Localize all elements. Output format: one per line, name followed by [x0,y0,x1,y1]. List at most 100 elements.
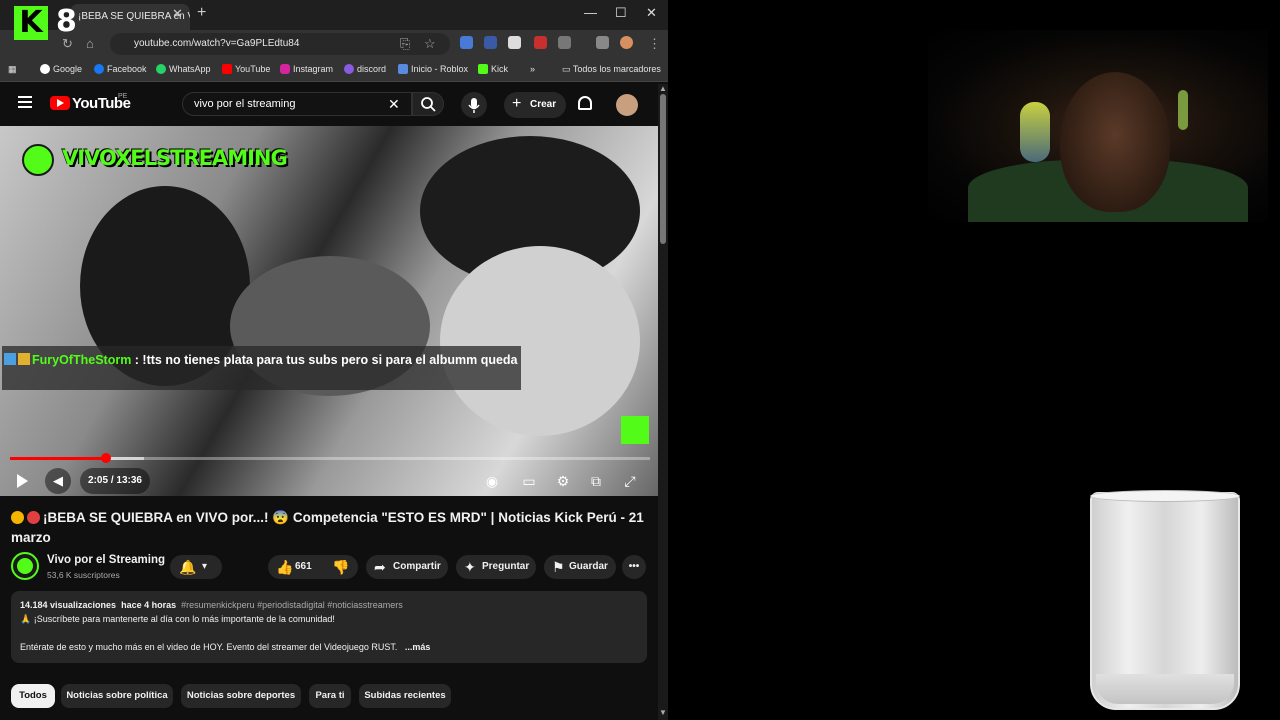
channel-watermark: VIVOXELSTREAMING [62,146,288,170]
description-box[interactable]: 14.184 visualizaciones hace 4 horas #res… [11,591,647,663]
profile-icon[interactable] [620,36,633,49]
fullscreen-icon[interactable]: ⤢ [619,469,641,493]
youtube-header: YouTube PE vivo por el streaming ✕ + Crea… [0,84,658,124]
apps-grid-icon[interactable]: ▦ [8,64,17,75]
subtitles-icon[interactable]: ▭ [518,469,540,493]
headset-icon [1020,102,1050,162]
bookmark-discord[interactable]: discord [344,64,386,74]
autoplay-toggle-icon[interactable]: ◉ [482,469,502,493]
search-input[interactable]: vivo por el streaming [182,92,412,116]
bookmark-whatsapp[interactable]: WhatsApp [156,64,211,74]
headset-icon [1178,90,1188,130]
more-bookmarks-icon[interactable]: » [530,64,535,74]
search-button[interactable] [412,92,444,116]
share-button[interactable]: ➦ Compartir [366,555,448,579]
bookmark-google[interactable]: Google [40,64,82,74]
kick-icon [478,64,488,74]
bookmark-icon: ⚑ [552,559,565,575]
notifications-bell-icon[interactable] [578,96,592,110]
settings-gear-icon[interactable]: ⚙ [552,469,574,493]
screen: ¡BEBA SE QUIEBRA en VIVO por... ✕ + — ☐ … [0,0,1280,720]
play-icon[interactable] [17,474,28,488]
chip-for-you[interactable]: Para ti [309,684,351,708]
chat-message: : !tts no tienes plata para tus subs per… [131,353,518,367]
more-actions-button[interactable]: ••• [622,555,646,579]
bookmark-star-icon[interactable]: ☆ [424,36,436,52]
overlay-number: 8 [56,4,77,39]
youtube-logo-icon[interactable] [50,96,70,110]
glass-rim [1090,490,1240,502]
upload-age: hace 4 horas [121,600,177,610]
channel-avatar[interactable] [11,552,39,580]
extension-icon[interactable] [508,36,521,49]
folder-icon: ▭ [562,64,573,74]
progress-scrubber[interactable] [101,453,111,463]
chip-recent-uploads[interactable]: Subidas recientes [359,684,451,708]
maximize-icon[interactable]: ☐ [615,5,627,21]
voice-search-button[interactable] [461,92,487,118]
page-scrollbar[interactable]: ▲ ▼ [658,84,668,720]
bookmark-instagram[interactable]: Instagram [280,64,333,74]
thumbs-down-icon[interactable]: 👎 [332,555,349,579]
scroll-thumb[interactable] [660,94,666,244]
extension-icon[interactable] [460,36,473,49]
chip-sports[interactable]: Noticias sobre deportes [181,684,301,708]
search-icon [421,97,436,112]
discord-icon [344,64,354,74]
video-frame-shape [440,246,640,436]
like-button[interactable]: 👍 661 👎 [268,555,358,579]
share-icon: ➦ [374,559,386,575]
webcam-face-shape [1060,72,1170,212]
google-icon [40,64,50,74]
close-window-icon[interactable]: ✕ [646,5,657,21]
tab-close-icon[interactable]: ✕ [172,6,183,22]
description-line: 🙏 ¡Suscríbete para mantenerte al día con… [20,614,335,624]
url-field[interactable]: youtube.com/watch?v=Ga9PLEdtu84 [110,33,450,55]
minimize-icon[interactable]: — [584,5,597,20]
bookmark-roblox[interactable]: Inicio - Roblox [398,64,468,74]
create-button[interactable]: + Crear [504,92,566,118]
show-more-link[interactable]: ...más [405,642,431,652]
subscriber-count: 53,6 K suscriptores [47,570,120,580]
extension-icon[interactable] [484,36,497,49]
hamburger-menu-icon[interactable] [18,96,32,108]
progress-bar[interactable] [10,453,650,463]
volume-icon[interactable]: ◀ [45,468,71,494]
bookmark-youtube[interactable]: YouTube [222,64,270,74]
tab-bar: ¡BEBA SE QUIEBRA en VIVO por... ✕ + — ☐ … [0,0,668,30]
menu-kebab-icon[interactable]: ⋮ [648,36,661,52]
hashtags[interactable]: #resumenkickperu #periodistadigital #not… [181,600,403,610]
browser-window: ¡BEBA SE QUIEBRA en VIVO por... ✕ + — ☐ … [0,0,668,720]
bookmarks-bar: ▦ Google Facebook WhatsApp YouTube Insta… [0,58,668,82]
video-player[interactable]: VIVOXELSTREAMING FuryOfTheStorm : !tts n… [0,126,658,496]
scroll-up-icon[interactable]: ▲ [659,84,667,93]
home-icon[interactable]: ⌂ [86,36,94,51]
chat-badge-icon [18,353,30,365]
youtube-icon [222,64,232,74]
ask-button[interactable]: ✦ Preguntar [456,555,536,579]
country-code: PE [118,93,128,100]
miniplayer-icon[interactable]: ⧉ [585,469,607,493]
extension-icon[interactable] [534,36,547,49]
plus-icon: + [512,95,522,112]
save-button[interactable]: ⚑ Guardar [544,555,616,579]
bell-icon: 🔔 [179,559,197,575]
clear-search-icon[interactable]: ✕ [388,96,400,113]
roblox-icon [398,64,408,74]
chip-politics[interactable]: Noticias sobre política [61,684,173,708]
extensions-puzzle-icon[interactable] [558,36,571,49]
channel-name[interactable]: Vivo por el Streaming [47,554,165,566]
sparkle-icon: ✦ [464,559,476,575]
related-filter-chips: Todos Noticias sobre política Noticias s… [0,684,658,712]
media-icon[interactable] [596,36,609,49]
new-tab-icon[interactable]: + [197,4,206,22]
install-icon[interactable]: ⎘ [400,36,410,52]
all-bookmarks[interactable]: ▭ Todos los marcadores [562,64,661,75]
chip-all[interactable]: Todos [11,684,55,708]
user-avatar[interactable] [616,94,638,116]
bookmark-kick[interactable]: Kick [478,64,508,74]
bookmark-facebook[interactable]: Facebook [94,64,147,74]
subscribed-button[interactable]: 🔔 ▾ [170,555,222,579]
scroll-down-icon[interactable]: ▼ [659,708,667,717]
whatsapp-icon [156,64,166,74]
